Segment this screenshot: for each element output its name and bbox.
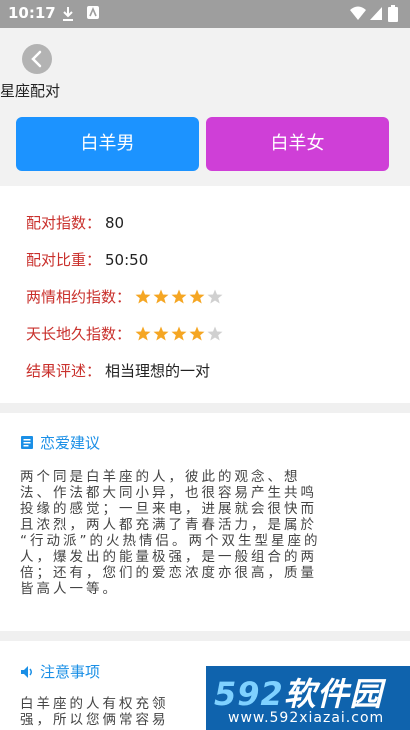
- star-filled-icon: [153, 289, 169, 304]
- advice-line: 投缘的感觉；一旦来电，进展就会很快而: [20, 501, 317, 517]
- longevity-index-stars: [135, 326, 225, 345]
- signal-icon: [370, 7, 382, 20]
- comment-value: 相当理想的一对: [105, 362, 211, 380]
- advice-line: 倍；还有，您们的爱恋浓度亦很高，质量: [20, 565, 317, 581]
- wifi-icon: [350, 6, 366, 20]
- love-index-stars: [135, 289, 225, 308]
- notice-header: 注意事项: [20, 661, 100, 682]
- star-empty-icon: [207, 326, 223, 341]
- star-filled-icon: [171, 289, 187, 304]
- ratio-row: 配对比重： 50:50: [26, 249, 148, 270]
- advice-line: 两个同是白羊座的人，彼此的观念、想: [20, 469, 301, 485]
- result-panel: 配对指数： 80 配对比重： 50:50 两情相约指数： 天长地久指数： 结果评述：…: [0, 186, 410, 403]
- advice-line: “行动派”的火热情侣。两个双生型星座的: [20, 533, 321, 549]
- longevity-index-label: 天长地久指数：: [26, 325, 132, 343]
- divider: [0, 403, 410, 413]
- score-label: 配对指数：: [26, 214, 102, 232]
- advice-section: 恋爱建议 两个同是白羊座的人，彼此的观念、想 法、作法都大同小异，也很容易产生共…: [0, 413, 410, 631]
- star-filled-icon: [135, 289, 151, 304]
- chevron-left-icon: [31, 50, 42, 68]
- status-bar: 10:17: [0, 0, 410, 28]
- notice-title: 注意事项: [40, 663, 101, 681]
- advice-line: 人，爆发出的能量极强，是一般组合的两: [20, 549, 317, 565]
- advice-header: 恋爱建议: [20, 432, 100, 453]
- advice-title: 恋爱建议: [40, 434, 101, 452]
- watermark-brand: 592软件园: [214, 675, 383, 713]
- status-time: 10:17: [8, 4, 56, 22]
- star-filled-icon: [171, 326, 187, 341]
- download-icon: [63, 7, 73, 21]
- watermark-logo: 592软件园 www.592xiazai.com: [206, 666, 410, 730]
- score-row: 配对指数： 80: [26, 212, 124, 233]
- love-index-label: 两情相约指数：: [26, 288, 132, 306]
- header: 星座配对 白羊男 白羊女: [0, 28, 410, 186]
- star-filled-icon: [135, 326, 151, 341]
- page-title: 星座配对: [0, 82, 61, 100]
- score-value: 80: [105, 214, 125, 232]
- star-filled-icon: [189, 326, 205, 341]
- love-index-row: 两情相约指数：: [26, 286, 225, 308]
- ratio-label: 配对比重：: [26, 251, 102, 269]
- ratio-value: 50:50: [105, 251, 149, 269]
- document-icon: [21, 436, 33, 449]
- advice-line: 法、作法都大同小异，也很容易产生共鸣: [20, 485, 317, 501]
- advice-text: 两个同是白羊座的人，彼此的观念、想 法、作法都大同小异，也很容易产生共鸣 投缘的…: [20, 469, 386, 597]
- watermark-url: www.592xiazai.com: [228, 710, 385, 726]
- star-filled-icon: [189, 289, 205, 304]
- notification-icon: [87, 6, 99, 19]
- comment-label: 结果评述：: [26, 362, 102, 380]
- star-empty-icon: [207, 289, 223, 304]
- battery-icon: [388, 5, 398, 22]
- advice-line: 且浓烈，两人都充满了青春活力，是属於: [20, 517, 317, 533]
- female-sign-button[interactable]: 白羊女: [206, 117, 389, 171]
- back-button[interactable]: [22, 44, 52, 74]
- male-sign-button[interactable]: 白羊男: [16, 117, 199, 171]
- comment-row: 结果评述： 相当理想的一对: [26, 360, 210, 381]
- star-filled-icon: [153, 326, 169, 341]
- longevity-index-row: 天长地久指数：: [26, 323, 225, 345]
- advice-line: 皆高人一等。: [20, 581, 119, 597]
- speaker-icon: [21, 666, 32, 678]
- divider: [0, 631, 410, 641]
